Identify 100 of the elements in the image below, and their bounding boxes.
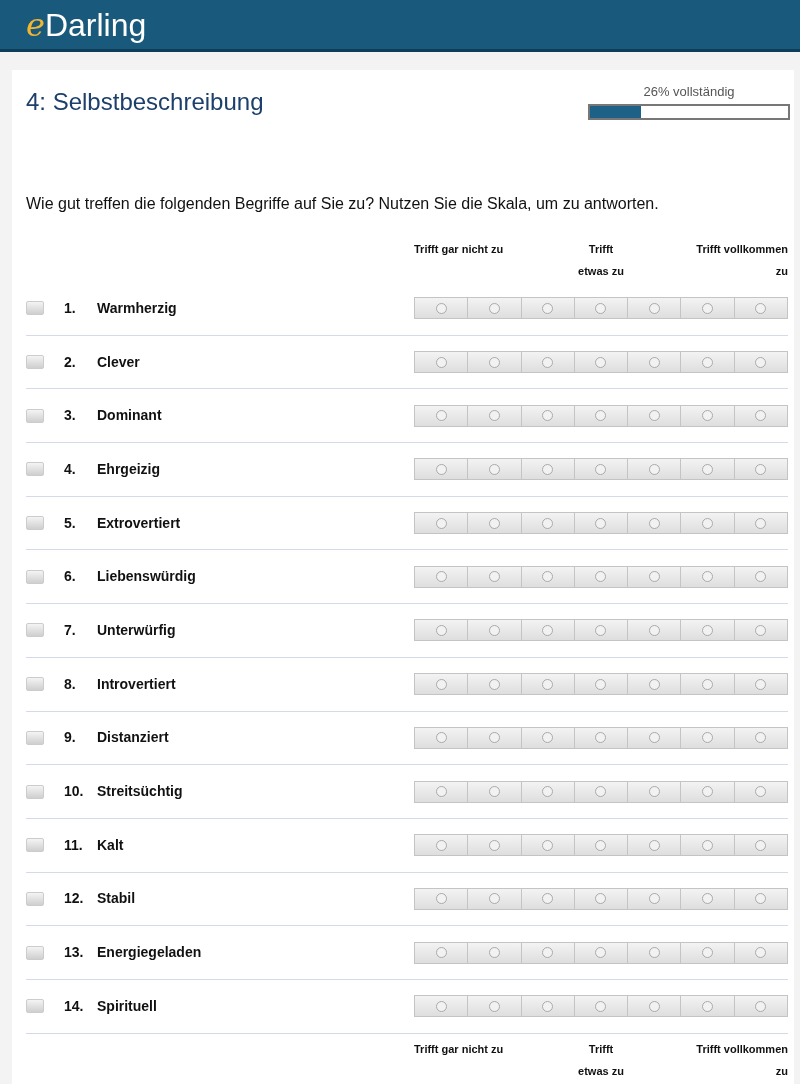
- radio-button[interactable]: [488, 678, 500, 690]
- row-checkbox[interactable]: [26, 569, 44, 584]
- row-checkbox[interactable]: [26, 355, 44, 370]
- radio-button[interactable]: [755, 624, 767, 636]
- radio-button[interactable]: [542, 302, 554, 314]
- radio-button[interactable]: [435, 624, 447, 636]
- radio-button[interactable]: [488, 624, 500, 636]
- radio-button[interactable]: [435, 463, 447, 475]
- radio-button[interactable]: [702, 678, 714, 690]
- radio-button[interactable]: [755, 1000, 767, 1012]
- radio-button[interactable]: [488, 839, 500, 851]
- radio-button[interactable]: [755, 786, 767, 798]
- radio-button[interactable]: [755, 517, 767, 529]
- radio-button[interactable]: [542, 678, 554, 690]
- radio-button[interactable]: [702, 786, 714, 798]
- radio-button[interactable]: [702, 463, 714, 475]
- radio-button[interactable]: [702, 356, 714, 368]
- radio-button[interactable]: [435, 356, 447, 368]
- radio-button[interactable]: [488, 356, 500, 368]
- radio-button[interactable]: [702, 1000, 714, 1012]
- radio-button[interactable]: [755, 947, 767, 959]
- row-checkbox[interactable]: [26, 999, 44, 1014]
- radio-button[interactable]: [595, 624, 607, 636]
- radio-button[interactable]: [542, 786, 554, 798]
- radio-button[interactable]: [435, 678, 447, 690]
- radio-button[interactable]: [755, 893, 767, 905]
- radio-button[interactable]: [702, 732, 714, 744]
- radio-button[interactable]: [595, 947, 607, 959]
- row-checkbox[interactable]: [26, 516, 44, 531]
- row-checkbox[interactable]: [26, 784, 44, 799]
- radio-button[interactable]: [542, 356, 554, 368]
- radio-button[interactable]: [648, 410, 660, 422]
- radio-button[interactable]: [755, 678, 767, 690]
- radio-button[interactable]: [702, 947, 714, 959]
- radio-button[interactable]: [595, 786, 607, 798]
- radio-button[interactable]: [488, 893, 500, 905]
- radio-button[interactable]: [488, 410, 500, 422]
- radio-button[interactable]: [648, 839, 660, 851]
- radio-button[interactable]: [648, 1000, 660, 1012]
- radio-button[interactable]: [542, 1000, 554, 1012]
- radio-button[interactable]: [595, 302, 607, 314]
- row-checkbox[interactable]: [26, 838, 44, 853]
- radio-button[interactable]: [435, 571, 447, 583]
- radio-button[interactable]: [595, 571, 607, 583]
- radio-button[interactable]: [435, 947, 447, 959]
- radio-button[interactable]: [488, 786, 500, 798]
- row-checkbox[interactable]: [26, 677, 44, 692]
- radio-button[interactable]: [435, 1000, 447, 1012]
- radio-button[interactable]: [702, 893, 714, 905]
- row-checkbox[interactable]: [26, 462, 44, 477]
- radio-button[interactable]: [435, 786, 447, 798]
- radio-button[interactable]: [435, 732, 447, 744]
- radio-button[interactable]: [595, 893, 607, 905]
- radio-button[interactable]: [648, 732, 660, 744]
- radio-button[interactable]: [595, 1000, 607, 1012]
- radio-button[interactable]: [648, 571, 660, 583]
- radio-button[interactable]: [488, 571, 500, 583]
- radio-button[interactable]: [542, 893, 554, 905]
- logo[interactable]: eDarling: [26, 8, 147, 41]
- radio-button[interactable]: [648, 356, 660, 368]
- radio-button[interactable]: [702, 839, 714, 851]
- radio-button[interactable]: [542, 517, 554, 529]
- radio-button[interactable]: [702, 517, 714, 529]
- radio-button[interactable]: [488, 947, 500, 959]
- radio-button[interactable]: [488, 302, 500, 314]
- row-checkbox[interactable]: [26, 408, 44, 423]
- radio-button[interactable]: [702, 410, 714, 422]
- radio-button[interactable]: [648, 517, 660, 529]
- radio-button[interactable]: [542, 571, 554, 583]
- radio-button[interactable]: [648, 893, 660, 905]
- radio-button[interactable]: [648, 786, 660, 798]
- radio-button[interactable]: [542, 947, 554, 959]
- radio-button[interactable]: [595, 410, 607, 422]
- radio-button[interactable]: [488, 463, 500, 475]
- radio-button[interactable]: [648, 302, 660, 314]
- radio-button[interactable]: [435, 302, 447, 314]
- radio-button[interactable]: [755, 571, 767, 583]
- radio-button[interactable]: [595, 356, 607, 368]
- row-checkbox[interactable]: [26, 730, 44, 745]
- radio-button[interactable]: [435, 893, 447, 905]
- radio-button[interactable]: [755, 302, 767, 314]
- radio-button[interactable]: [702, 624, 714, 636]
- radio-button[interactable]: [435, 839, 447, 851]
- radio-button[interactable]: [648, 678, 660, 690]
- radio-button[interactable]: [755, 839, 767, 851]
- row-checkbox[interactable]: [26, 891, 44, 906]
- radio-button[interactable]: [595, 517, 607, 529]
- radio-button[interactable]: [542, 463, 554, 475]
- radio-button[interactable]: [542, 839, 554, 851]
- radio-button[interactable]: [595, 839, 607, 851]
- radio-button[interactable]: [648, 624, 660, 636]
- radio-button[interactable]: [488, 517, 500, 529]
- radio-button[interactable]: [648, 463, 660, 475]
- radio-button[interactable]: [648, 947, 660, 959]
- radio-button[interactable]: [435, 410, 447, 422]
- radio-button[interactable]: [595, 732, 607, 744]
- radio-button[interactable]: [488, 1000, 500, 1012]
- radio-button[interactable]: [755, 410, 767, 422]
- row-checkbox[interactable]: [26, 301, 44, 316]
- radio-button[interactable]: [755, 356, 767, 368]
